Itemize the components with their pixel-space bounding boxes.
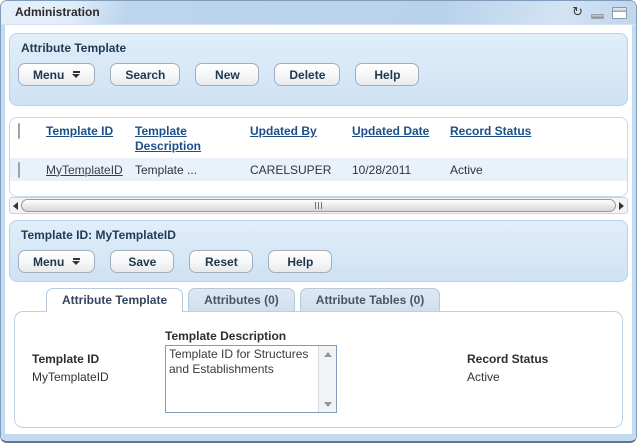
- detail-menu-button[interactable]: Menu: [18, 250, 95, 273]
- cell-record-status: Active: [450, 163, 627, 177]
- scroll-left-arrow-icon[interactable]: [10, 198, 21, 213]
- template-id-label: Template ID: [32, 352, 99, 366]
- record-status-value: Active: [467, 370, 500, 384]
- template-description-label: Template Description: [165, 329, 286, 343]
- menu-dropdown-icon: [72, 258, 80, 265]
- template-description-text: Template ID for Structures and Establish…: [169, 347, 316, 411]
- detail-section: Template ID: MyTemplateID Menu Save Rese…: [9, 220, 628, 282]
- new-button[interactable]: New: [195, 63, 259, 86]
- window-title: Administration: [15, 5, 100, 19]
- toolbar: Menu Search New Delete Help: [18, 63, 419, 86]
- administration-window: Administration ↻ Attribute Template Menu…: [0, 0, 637, 443]
- section-title: Attribute Template: [21, 41, 126, 55]
- detail-toolbar: Menu Save Reset Help: [18, 250, 332, 273]
- detail-section-title: Template ID: MyTemplateID: [21, 228, 176, 242]
- maximize-icon[interactable]: [612, 7, 627, 19]
- record-status-label: Record Status: [467, 352, 548, 366]
- column-header-record-status[interactable]: Record Status: [450, 124, 627, 158]
- menu-dropdown-icon: [72, 71, 80, 78]
- cell-updated-by: CARELSUPER: [250, 163, 352, 177]
- minimize-icon[interactable]: [591, 14, 604, 19]
- cell-template-description: Template ...: [135, 163, 250, 177]
- tab-attributes[interactable]: Attributes (0): [188, 288, 295, 311]
- reset-button[interactable]: Reset: [189, 250, 253, 273]
- row-checkbox[interactable]: [18, 162, 20, 178]
- column-header-template-description[interactable]: Template Description: [135, 124, 250, 158]
- menu-button-label: Menu: [33, 68, 64, 82]
- scroll-up-arrow-icon[interactable]: [319, 347, 336, 361]
- table-row[interactable]: MyTemplateID Template ... CARELSUPER 10/…: [10, 158, 627, 181]
- horizontal-scrollbar[interactable]: [9, 197, 628, 214]
- detail-menu-button-label: Menu: [33, 255, 64, 269]
- tab-attribute-template[interactable]: Attribute Template: [46, 288, 183, 312]
- tab-attribute-tables[interactable]: Attribute Tables (0): [300, 288, 440, 311]
- search-button[interactable]: Search: [110, 63, 180, 86]
- scroll-down-arrow-icon[interactable]: [319, 397, 336, 411]
- results-table: Template ID Template Description Updated…: [9, 117, 628, 197]
- template-description-textarea[interactable]: Template ID for Structures and Establish…: [165, 345, 337, 413]
- template-id-value: MyTemplateID: [32, 370, 109, 384]
- delete-button[interactable]: Delete: [274, 63, 340, 86]
- refresh-icon[interactable]: ↻: [572, 6, 583, 19]
- scrollbar-thumb[interactable]: [21, 199, 616, 212]
- titlebar: Administration ↻: [1, 1, 636, 25]
- column-header-updated-by[interactable]: Updated By: [250, 124, 352, 158]
- column-header-template-id[interactable]: Template ID: [46, 124, 135, 158]
- cell-updated-date: 10/28/2011: [352, 163, 450, 177]
- textarea-scrollbar[interactable]: [318, 346, 336, 412]
- scroll-right-arrow-icon[interactable]: [616, 198, 627, 213]
- column-header-updated-date[interactable]: Updated Date: [352, 124, 450, 158]
- table-header-row: Template ID Template Description Updated…: [10, 118, 627, 158]
- select-all-checkbox[interactable]: [18, 123, 20, 139]
- titlebar-icons: ↻: [572, 5, 627, 20]
- attribute-template-form: Template ID MyTemplateID Template Descri…: [14, 311, 623, 428]
- save-button[interactable]: Save: [110, 250, 174, 273]
- help-button[interactable]: Help: [355, 63, 419, 86]
- template-id-link[interactable]: MyTemplateID: [46, 163, 135, 177]
- tab-bar: Attribute Template Attributes (0) Attrib…: [46, 288, 440, 312]
- attribute-template-section: Attribute Template Menu Search New Delet…: [9, 33, 628, 106]
- detail-help-button[interactable]: Help: [268, 250, 332, 273]
- menu-button[interactable]: Menu: [18, 63, 95, 86]
